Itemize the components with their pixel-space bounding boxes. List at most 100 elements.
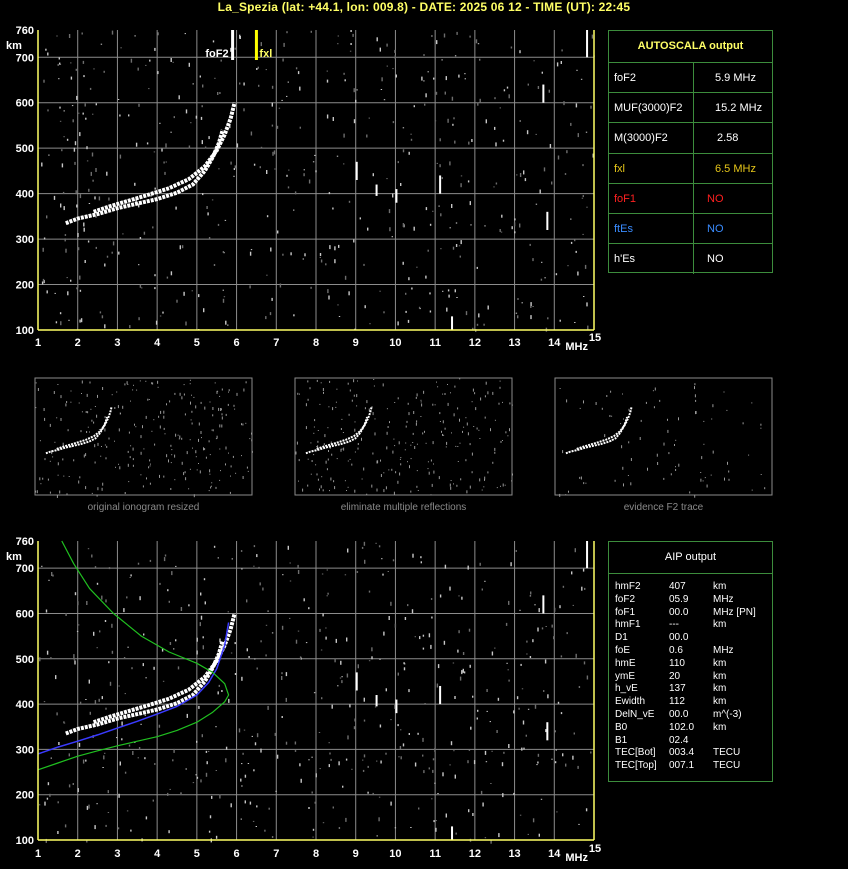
thumbnail-noise xyxy=(217,390,219,392)
noise-dot xyxy=(253,565,255,567)
noise-dot xyxy=(52,574,54,577)
noise-dot xyxy=(123,657,126,658)
noise-dot xyxy=(386,178,388,180)
noise-dot xyxy=(256,805,258,808)
noise-dot xyxy=(47,52,49,56)
noise-dot xyxy=(81,32,83,35)
thumbnail-noise xyxy=(559,493,561,497)
noise-dot xyxy=(386,65,388,67)
x-tick-label: 5 xyxy=(194,848,200,860)
noise-dot xyxy=(99,630,101,633)
thumbnail-noise xyxy=(134,423,135,426)
thumbnail-noise xyxy=(127,383,129,385)
noise-dot xyxy=(219,92,221,94)
noise-dot xyxy=(400,756,402,760)
thumbnail-noise xyxy=(227,403,229,406)
noise-dot xyxy=(586,302,588,307)
thumbnail-noise xyxy=(219,448,221,450)
noise-dot xyxy=(440,248,442,250)
noise-dot xyxy=(117,827,120,830)
noise-dot xyxy=(527,708,530,710)
noise-dot xyxy=(390,801,392,806)
thumbnail-noise xyxy=(416,393,418,397)
x-tick-label: 14 xyxy=(548,848,561,860)
noise-dot xyxy=(321,697,323,700)
thumbnail-noise xyxy=(132,458,134,461)
thumbnail-noise xyxy=(190,419,192,421)
noise-dot xyxy=(445,813,447,818)
thumbnail-noise xyxy=(420,399,422,401)
thumbnail-noise xyxy=(432,441,434,445)
aip-label: foE xyxy=(615,645,631,656)
noise-dot xyxy=(516,174,518,176)
noise-dot xyxy=(139,237,142,239)
noise-dot xyxy=(213,545,216,548)
thumbnail-noise xyxy=(354,451,356,453)
aip-row: DelN_vE 00.0 m^(-3) xyxy=(615,709,770,722)
thumbnail-noise xyxy=(196,469,198,471)
noise-dot xyxy=(379,658,381,660)
thumbnail-noise xyxy=(56,417,58,419)
noise-dot xyxy=(456,297,458,298)
noise-dot xyxy=(402,743,405,747)
noise-dot xyxy=(344,574,347,576)
noise-dot xyxy=(78,112,80,114)
noise-dot xyxy=(145,64,147,66)
noise-dot xyxy=(523,170,525,175)
noise-dot xyxy=(486,689,488,692)
noise-dot xyxy=(399,746,402,749)
noise-dot xyxy=(551,181,553,185)
thumbnail-noise xyxy=(314,419,316,422)
noise-dot xyxy=(363,263,365,266)
noise-dot xyxy=(363,719,366,722)
thumbnail-noise xyxy=(412,432,414,435)
thumbnail-noise xyxy=(344,480,346,482)
thumbnail-noise xyxy=(447,402,449,406)
thumbnail-noise xyxy=(97,442,99,446)
interference-streak xyxy=(395,189,398,203)
noise-dot xyxy=(195,115,198,119)
noise-dot xyxy=(444,564,447,569)
noise-dot xyxy=(344,79,346,82)
noise-dot xyxy=(320,649,323,651)
noise-dot xyxy=(111,251,113,254)
noise-dot xyxy=(269,312,272,316)
noise-dot xyxy=(56,712,58,716)
y-tick-label: 300 xyxy=(16,234,34,246)
y-tick-label: 400 xyxy=(16,699,34,711)
noise-dot xyxy=(152,799,154,802)
thumbnail-frame xyxy=(34,377,253,496)
thumbnail-noise xyxy=(42,477,44,480)
noise-dot xyxy=(538,833,540,837)
thumbnail-1 xyxy=(34,377,253,498)
noise-dot xyxy=(320,259,323,263)
marker-fxl xyxy=(254,30,258,60)
noise-dot xyxy=(74,161,76,165)
noise-dot xyxy=(431,616,433,619)
thumbnail-noise xyxy=(443,434,445,436)
noise-dot xyxy=(139,284,142,288)
thumbnail-noise xyxy=(302,488,304,492)
noise-dot xyxy=(508,94,510,99)
thumbnail-noise xyxy=(168,459,169,463)
noise-dot xyxy=(108,567,111,570)
y-tick-label: 300 xyxy=(16,744,34,756)
thumbnail-noise xyxy=(373,385,375,387)
thumbnail-noise xyxy=(149,465,151,467)
noise-dot xyxy=(344,275,347,280)
noise-dot xyxy=(408,151,410,155)
thumbnail-noise xyxy=(565,494,567,496)
autoscala-row: MUF(3000)F2 15.2 MHz xyxy=(609,92,772,124)
noise-dot xyxy=(337,43,339,45)
noise-dot xyxy=(86,805,89,810)
noise-dot xyxy=(337,304,339,306)
thumbnail-noise xyxy=(453,413,455,417)
noise-dot xyxy=(559,319,561,322)
noise-dot xyxy=(313,692,316,694)
noise-dot xyxy=(490,783,492,784)
noise-dot xyxy=(50,657,52,660)
noise-dot xyxy=(258,84,260,87)
thumbnail-noise xyxy=(94,406,96,407)
noise-dot xyxy=(119,114,121,117)
thumbnail-noise xyxy=(118,428,120,432)
